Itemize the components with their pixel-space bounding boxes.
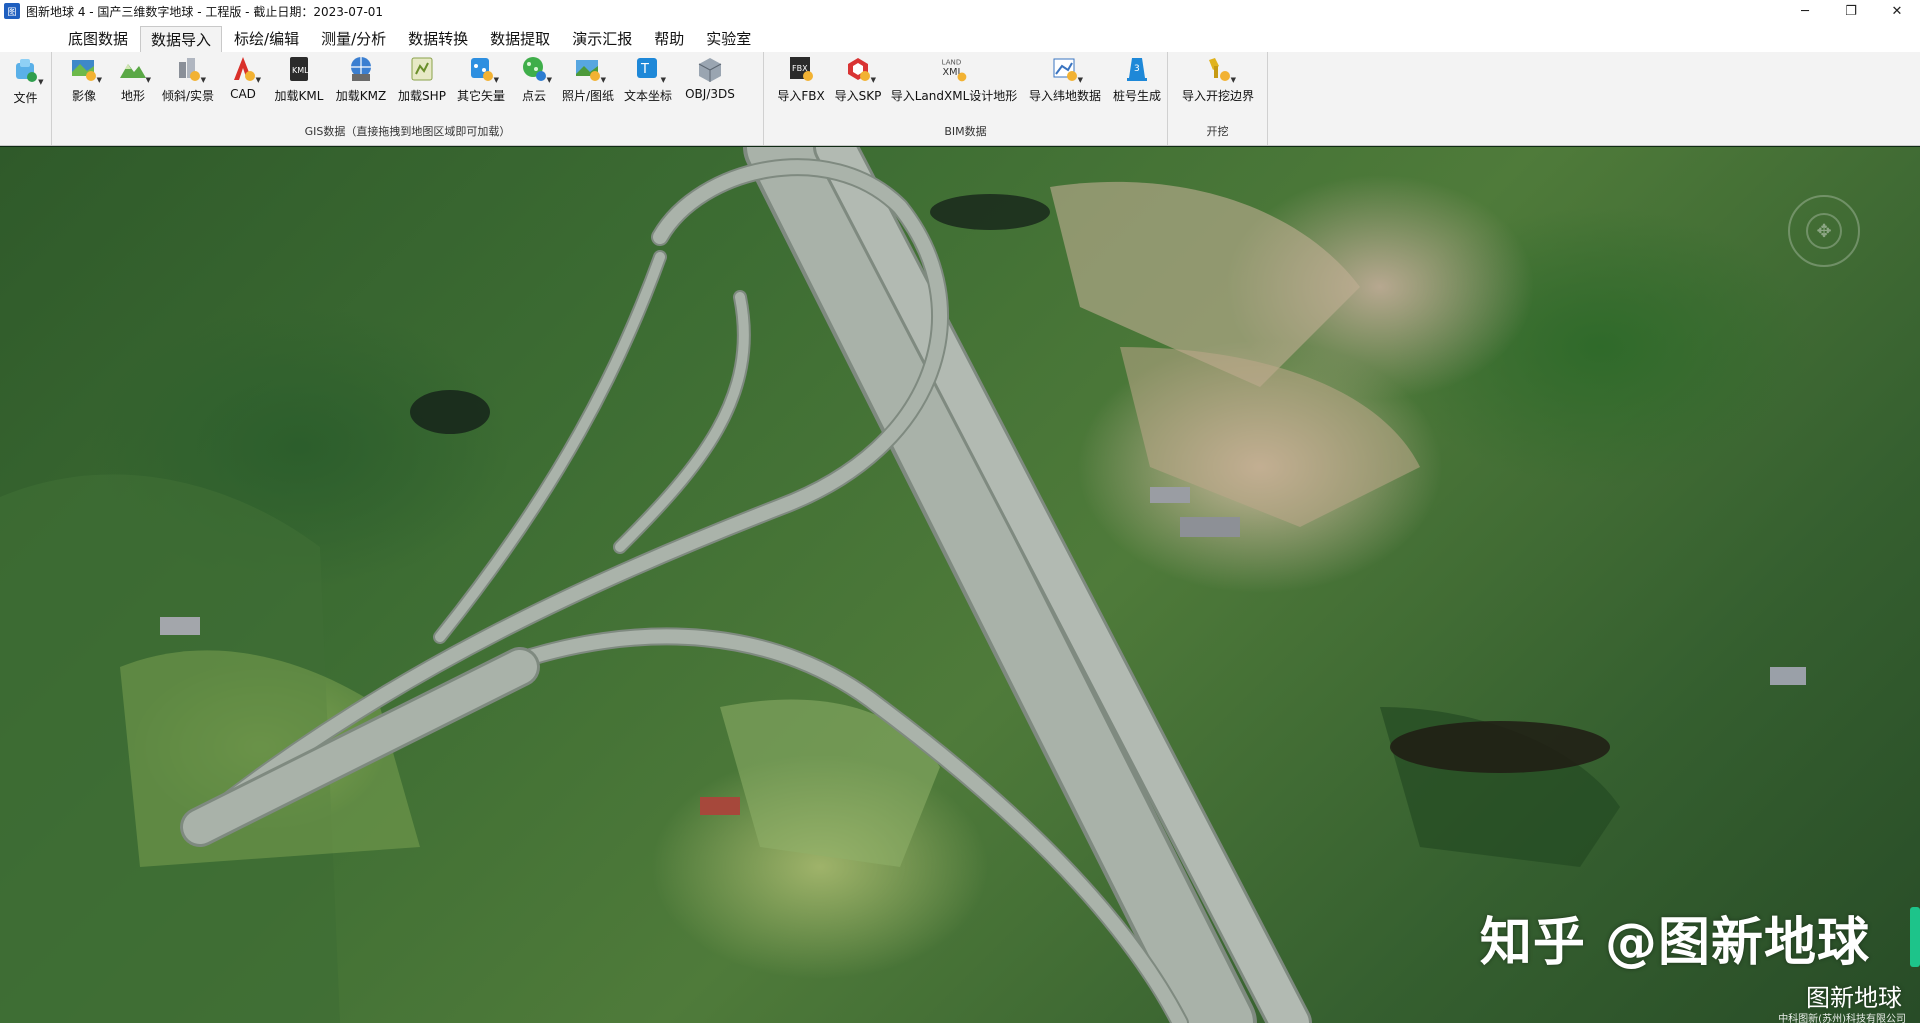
menu-plot-edit[interactable]: 标绘/编辑 (224, 26, 309, 52)
cad-button[interactable]: ▼ CAD (218, 54, 268, 116)
svg-text:LAND: LAND (942, 58, 962, 67)
map-zoom-slider[interactable] (1910, 907, 1920, 967)
photo-drawing-button[interactable]: ▼ 照片/图纸 (558, 54, 618, 116)
bim-data-group: FBX 导入FBX ▼ 导入SKP LAND XML 导入LandXML设计地形 … (764, 52, 1168, 145)
obj-3ds-button[interactable]: OBJ/3DS (678, 54, 742, 116)
kmz-icon (346, 54, 376, 84)
import-landxml-button[interactable]: LAND XML 导入LandXML设计地形 (886, 54, 1022, 116)
text-coord-button[interactable]: T ▼ 文本坐标 (618, 54, 678, 116)
other-vector-label: 其它矢量 (456, 89, 505, 103)
terrain-icon: ▼ (118, 54, 151, 84)
import-weidi-label: 导入纬地数据 (1028, 89, 1101, 103)
file-button[interactable]: ▼ 文件 (0, 52, 52, 145)
svg-text:3: 3 (1134, 64, 1140, 74)
menu-basemap[interactable]: 底图数据 (58, 26, 138, 52)
excavation-group: ▼ 导入开挖边界 开挖 (1168, 52, 1268, 145)
import-excavation-boundary-button[interactable]: ▼ 导入开挖边界 (1176, 54, 1260, 116)
photo-icon: ▼ (573, 54, 606, 84)
gis-group-label: GIS数据（直接拖拽到地图区域即可加载） (304, 125, 511, 138)
watermark-logo-text: 图新地球 (1806, 984, 1902, 1012)
import-fbx-button[interactable]: FBX 导入FBX (772, 54, 830, 116)
pan-control-icon[interactable]: ✥ (1806, 213, 1842, 249)
import-landxml-label: 导入LandXML设计地形 (890, 89, 1018, 103)
weidi-icon: ▼ (1050, 54, 1083, 84)
photo-drawing-label: 照片/图纸 (561, 89, 615, 103)
menu-lab[interactable]: 实验室 (696, 26, 761, 52)
point-cloud-button[interactable]: ▼ 点云 (510, 54, 558, 116)
station-icon: 3 (1122, 54, 1152, 84)
menu-data-convert[interactable]: 数据转换 (398, 26, 478, 52)
oblique-button[interactable]: ▼ 倾斜/实景 (158, 54, 218, 116)
shp-icon (407, 54, 437, 84)
cad-icon: ▼ (228, 54, 261, 84)
obj-icon (695, 54, 725, 84)
menu-data-import[interactable]: 数据导入 (140, 26, 223, 52)
cad-label: CAD (230, 87, 256, 101)
ribbon-toolbar: ▼ 文件 ▼ 影像 ▼ 地形 ▼ 倾斜/实景 ▼ CAD KML 加载KML 加… (0, 52, 1920, 146)
map-scene (0, 147, 1806, 1023)
station-gen-label: 桩号生成 (1112, 89, 1161, 103)
imagery-label: 影像 (71, 89, 96, 103)
excavation-boundary-icon: ▼ (1203, 54, 1236, 84)
excavation-group-label: 开挖 (1206, 125, 1229, 138)
load-kml-label: 加载KML (274, 89, 324, 103)
imagery-icon: ▼ (69, 54, 102, 84)
point-cloud-label: 点云 (521, 89, 546, 103)
load-shp-label: 加载SHP (398, 89, 446, 103)
menu-presentation[interactable]: 演示汇报 (562, 26, 642, 52)
import-excavation-boundary-label: 导入开挖边界 (1181, 89, 1254, 103)
menu-help[interactable]: 帮助 (644, 26, 694, 52)
import-skp-label: 导入SKP (834, 89, 882, 103)
watermark-company: 中科图新(苏州)科技有限公司 (1778, 1014, 1906, 1023)
bim-group-label: BIM数据 (944, 125, 987, 138)
oblique-icon: ▼ (173, 54, 206, 84)
skp-icon: ▼ (843, 54, 876, 84)
menu-data-extract[interactable]: 数据提取 (480, 26, 560, 52)
import-fbx-label: 导入FBX (777, 89, 825, 103)
other-vector-button[interactable]: ▼ 其它矢量 (452, 54, 510, 116)
terrain-button[interactable]: ▼ 地形 (108, 54, 158, 116)
terrain-label: 地形 (120, 89, 145, 103)
load-kml-button[interactable]: KML 加载KML (268, 54, 330, 116)
window-title: 图新地球 4 - 国产三维数字地球 - 工程版 - 截止日期：2023-07-0… (26, 4, 384, 19)
fbx-icon: FBX (786, 54, 816, 84)
window-controls: ─ ❐ ✕ (1782, 0, 1920, 22)
vector-icon: ▼ (466, 54, 499, 84)
pointcloud-icon: ▼ (519, 54, 552, 84)
title-bar: 图 图新地球 4 - 国产三维数字地球 - 工程版 - 截止日期：2023-07… (0, 0, 1920, 22)
text-coord-icon: T ▼ (633, 54, 666, 84)
minimize-button[interactable]: ─ (1782, 0, 1828, 22)
map-viewport[interactable]: ✥ 知乎 @图新地球 图新地球 中科图新(苏州)科技有限公司 (0, 147, 1920, 1023)
landxml-icon: LAND XML (939, 54, 969, 84)
imagery-button[interactable]: ▼ 影像 (60, 54, 108, 116)
obj-3ds-label: OBJ/3DS (685, 87, 735, 101)
app-logo-icon: 图 (4, 3, 20, 19)
import-weidi-button[interactable]: ▼ 导入纬地数据 (1022, 54, 1108, 116)
file-icon: ▼ (11, 56, 44, 86)
navigation-compass[interactable]: ✥ (1788, 195, 1860, 267)
kml-icon: KML (284, 54, 314, 84)
menu-measure-analysis[interactable]: 测量/分析 (311, 26, 396, 52)
station-gen-button[interactable]: 3 桩号生成 (1108, 54, 1166, 116)
restore-button[interactable]: ❐ (1828, 0, 1874, 22)
svg-text:T: T (640, 62, 649, 77)
oblique-label: 倾斜/实景 (161, 89, 215, 103)
load-kmz-label: 加载KMZ (335, 89, 387, 103)
import-skp-button[interactable]: ▼ 导入SKP (830, 54, 886, 116)
load-kmz-button[interactable]: 加载KMZ (330, 54, 392, 116)
text-coord-label: 文本坐标 (623, 89, 672, 103)
file-label: 文件 (13, 91, 38, 105)
load-shp-button[interactable]: 加载SHP (392, 54, 452, 116)
svg-text:KML: KML (292, 66, 309, 75)
gis-data-group: ▼ 影像 ▼ 地形 ▼ 倾斜/实景 ▼ CAD KML 加载KML 加载KMZ (52, 52, 764, 145)
menu-bar: 底图数据 数据导入 标绘/编辑 测量/分析 数据转换 数据提取 演示汇报 帮助 … (0, 22, 1920, 52)
watermark-text: 知乎 @图新地球 (1479, 913, 1870, 973)
close-button[interactable]: ✕ (1874, 0, 1920, 22)
